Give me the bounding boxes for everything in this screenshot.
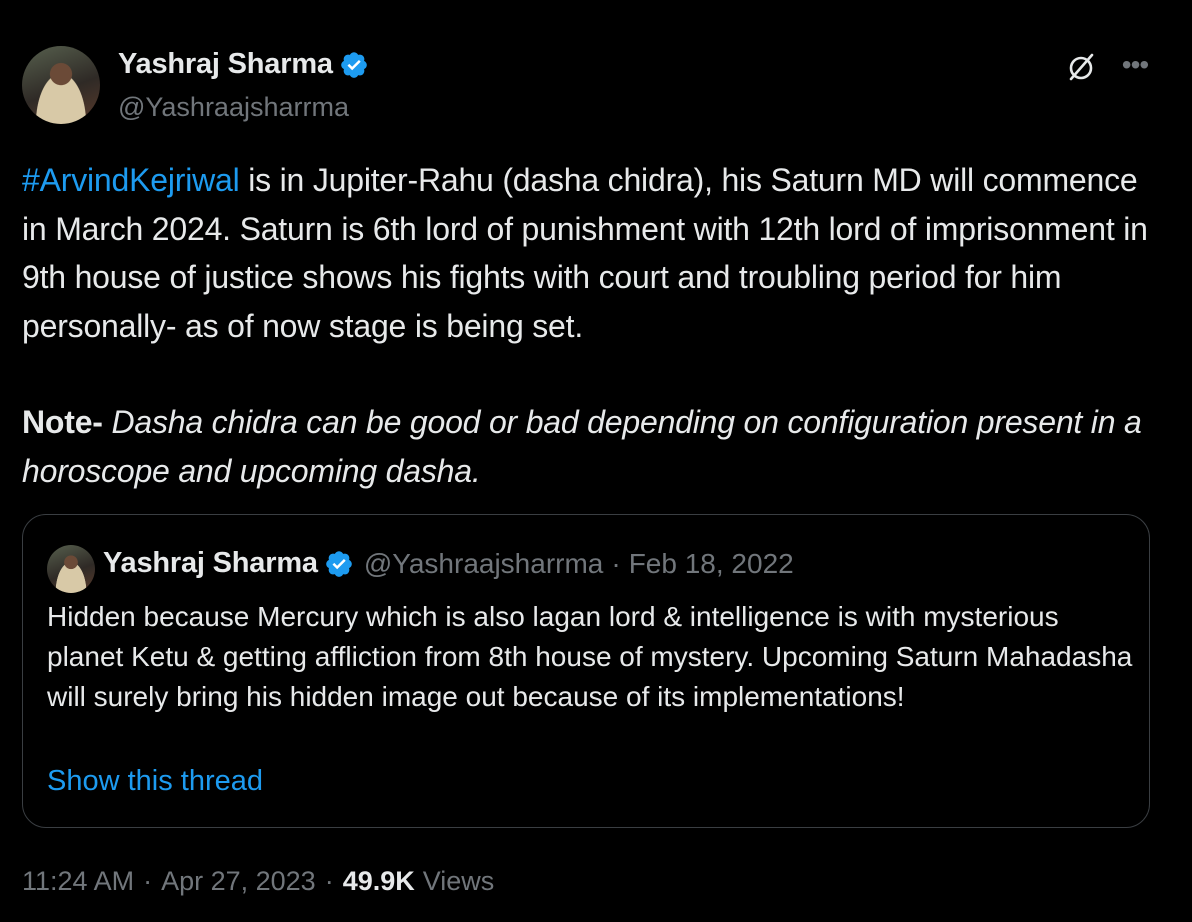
more-options-icon[interactable]: •••: [1117, 50, 1153, 80]
quoted-author-avatar[interactable]: [47, 545, 95, 593]
tweet-text: #ArvindKejriwal is in Jupiter-Rahu (dash…: [22, 156, 1152, 495]
verified-badge-icon: [326, 550, 352, 577]
tweet-time[interactable]: 11:24 AM: [22, 866, 134, 897]
meta-separator: ·: [143, 866, 153, 896]
grok-icon[interactable]: [1064, 50, 1098, 84]
verified-badge-icon: [341, 51, 367, 78]
meta-separator: ·: [324, 866, 334, 896]
quoted-tweet[interactable]: Yashraj Sharma @Yashraajsharrma · Feb 18…: [22, 514, 1150, 828]
show-thread-link[interactable]: Show this thread: [47, 765, 263, 798]
author-handle[interactable]: @Yashraajsharrma: [118, 92, 349, 123]
quoted-author-handle[interactable]: @Yashraajsharrma: [364, 548, 604, 580]
views-label[interactable]: Views: [423, 866, 495, 897]
views-count[interactable]: 49.9K: [343, 866, 415, 897]
quoted-author-name[interactable]: Yashraj Sharma: [103, 547, 318, 580]
quoted-separator: ·: [611, 547, 621, 579]
quoted-tweet-text: Hidden because Mercury which is also lag…: [47, 601, 1133, 712]
note-text: Dasha chidra can be good or bad dependin…: [22, 404, 1142, 489]
author-name-row: Yashraj Sharma: [118, 48, 369, 81]
tweet-note: Note- Dasha chidra can be good or bad de…: [22, 398, 1152, 495]
tweet-body: #ArvindKejriwal is in Jupiter-Rahu (dash…: [22, 156, 1152, 350]
tweet-date[interactable]: Apr 27, 2023: [161, 866, 316, 897]
tweet-meta: 11:24 AM · Apr 27, 2023 · 49.9K Views: [22, 866, 494, 897]
quoted-tweet-header: Yashraj Sharma @Yashraajsharrma · Feb 18…: [103, 547, 794, 580]
author-avatar[interactable]: [22, 46, 100, 124]
quoted-date[interactable]: Feb 18, 2022: [629, 548, 794, 580]
hashtag-link[interactable]: #ArvindKejriwal: [22, 162, 240, 198]
note-label: Note-: [22, 404, 103, 440]
author-name[interactable]: Yashraj Sharma: [118, 48, 333, 81]
